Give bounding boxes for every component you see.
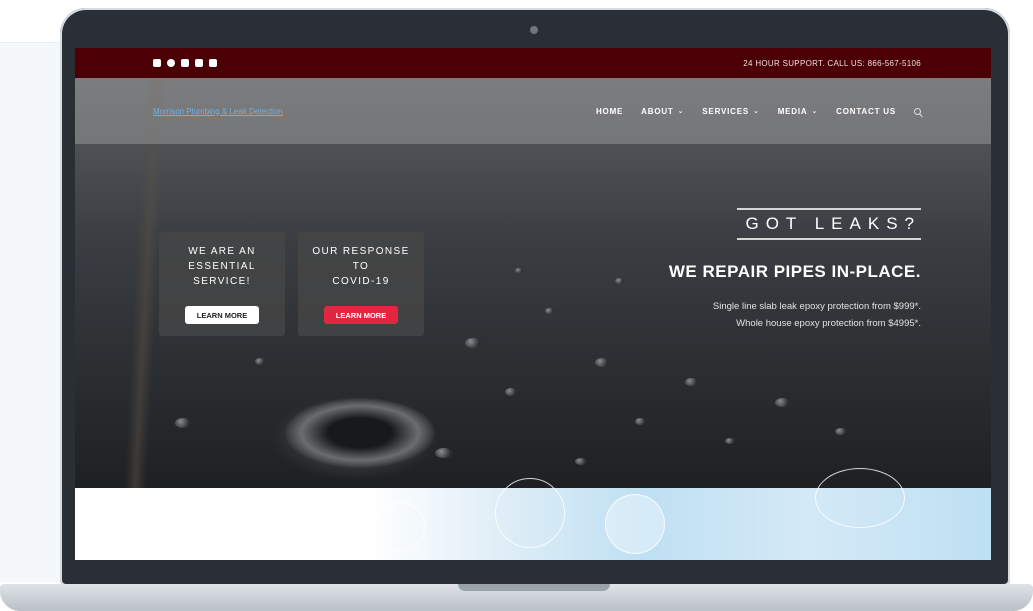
hero-headline: WE REPAIR PIPES IN-PLACE.	[668, 262, 921, 281]
top-bar: 24 HOUR SUPPORT. CALL US: 866-567-5106	[75, 48, 991, 78]
laptop-camera	[530, 26, 538, 34]
hero-text: GOT LEAKS? WE REPAIR PIPES IN-PLACE. Sin…	[669, 208, 921, 332]
learn-more-button[interactable]: LEARN MORE	[324, 306, 398, 324]
water-drop	[465, 338, 481, 348]
essential-service-card: WE ARE AN ESSENTIAL SERVICE! LEARN MORE	[159, 232, 285, 336]
nav-item-label: MEDIA	[777, 106, 808, 116]
youtube-icon[interactable]	[209, 59, 217, 67]
nav-item-label: HOME	[595, 106, 624, 116]
support-phone[interactable]: 24 HOUR SUPPORT. CALL US: 866-567-5106	[743, 59, 921, 68]
nav-item-label: SERVICES	[702, 106, 750, 116]
water-drop	[615, 278, 624, 284]
water-drop	[595, 358, 609, 367]
water-drop	[545, 308, 554, 314]
water-drop	[505, 388, 517, 396]
nav-menu: HOME ABOUT ⌄ SERVICES ⌄ MEDIA ⌄ CONTACT …	[596, 107, 921, 116]
learn-more-button[interactable]: LEARN MORE	[185, 306, 259, 324]
search-icon[interactable]	[914, 107, 921, 115]
decorative-bubble	[815, 468, 905, 528]
nav-item-label: CONTACT US	[836, 106, 896, 116]
water-drop	[435, 448, 453, 458]
water-drop	[175, 418, 191, 428]
hero-tagline: GOT LEAKS?	[737, 208, 921, 240]
covid-response-card: OUR RESPONSE TO COVID-19 LEARN MORE	[298, 232, 424, 336]
linkedin-icon[interactable]	[195, 59, 203, 67]
water-drop	[725, 438, 735, 444]
instagram-icon[interactable]	[181, 59, 189, 67]
card-title: WE ARE AN ESSENTIAL SERVICE!	[188, 246, 256, 287]
chevron-down-icon: ⌄	[677, 108, 685, 115]
decorative-bubble	[375, 502, 425, 552]
water-drop	[635, 418, 646, 425]
nav-item-services[interactable]: SERVICES ⌄	[702, 107, 759, 116]
social-links	[153, 59, 217, 67]
laptop-screen: 24 HOUR SUPPORT. CALL US: 866-567-5106 M…	[75, 48, 991, 560]
laptop-notch	[458, 584, 610, 591]
content-section	[75, 468, 991, 560]
nav-item-media[interactable]: MEDIA ⌄	[778, 107, 818, 116]
water-drop	[255, 358, 265, 365]
site-logo[interactable]: Morrison Plumbing & Leak Detection	[153, 107, 283, 116]
facebook-icon[interactable]	[167, 59, 175, 67]
nav-item-home[interactable]: HOME	[596, 107, 623, 116]
water-splash	[285, 398, 435, 468]
nav-item-about[interactable]: ABOUT ⌄	[641, 107, 684, 116]
offer-line: Whole house epoxy protection from $4995*…	[736, 318, 921, 329]
nav-item-contact[interactable]: CONTACT US	[836, 107, 896, 116]
water-drop	[575, 458, 587, 465]
decorative-bubble	[605, 494, 665, 554]
decorative-bubble	[495, 478, 565, 548]
water-drop	[775, 398, 790, 407]
hero-offer: Single line slab leak epoxy protection f…	[669, 298, 921, 332]
chevron-down-icon: ⌄	[753, 108, 760, 115]
water-drop	[685, 378, 698, 386]
water-drop	[515, 268, 523, 273]
twitter-icon[interactable]	[153, 59, 161, 67]
nav-item-label: ABOUT	[641, 106, 674, 116]
main-navigation: Morrison Plumbing & Leak Detection HOME …	[75, 78, 991, 144]
water-drop	[835, 428, 847, 435]
offer-line: Single line slab leak epoxy protection f…	[712, 301, 921, 312]
card-title: OUR RESPONSE TO COVID-19	[312, 246, 410, 287]
chevron-down-icon: ⌄	[811, 108, 819, 115]
